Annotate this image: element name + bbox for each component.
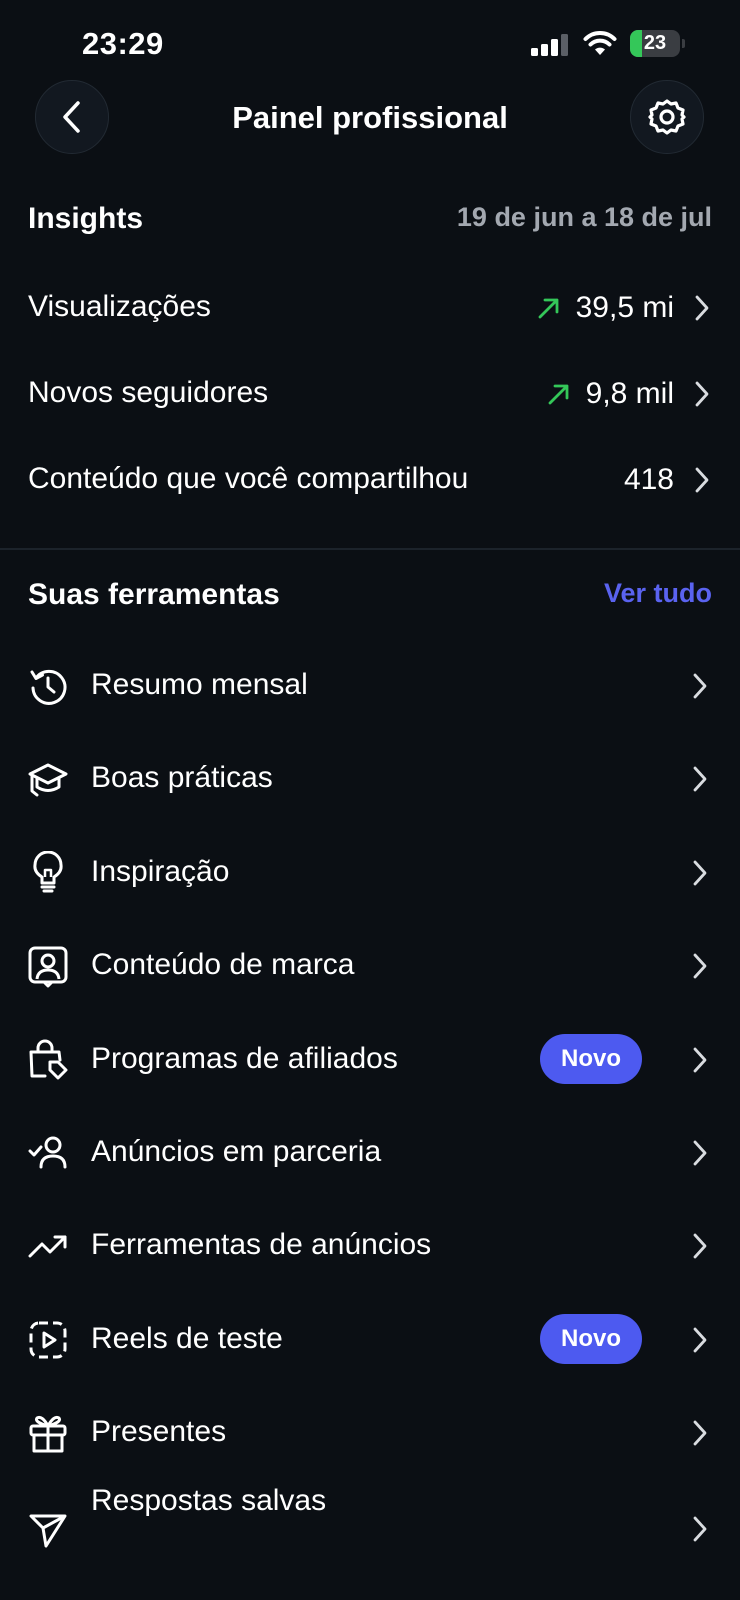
wifi-icon xyxy=(582,28,618,58)
section-divider xyxy=(0,548,740,550)
trend-up-arrow-icon xyxy=(538,298,559,319)
chevron-right-icon xyxy=(693,860,707,886)
chevron-right-icon xyxy=(693,1140,707,1166)
metric-value: 9,8 mil xyxy=(585,377,674,410)
tool-label: Programas de afiliados xyxy=(91,1042,398,1075)
settings-button[interactable] xyxy=(630,80,704,154)
tool-item-trial-reels[interactable]: Reels de teste Novo xyxy=(28,1300,712,1380)
tool-label: Boas práticas xyxy=(91,761,273,794)
tool-item-best-practices[interactable]: Boas práticas xyxy=(28,739,712,819)
chevron-right-icon xyxy=(693,673,707,699)
shopping-bag-tag-icon xyxy=(29,1039,68,1080)
tool-label: Reels de teste xyxy=(91,1322,283,1355)
insights-header: Insights 19 de jun a 18 de jul xyxy=(28,198,712,242)
date-range: 19 de jun a 18 de jul xyxy=(456,202,712,232)
reels-play-icon xyxy=(29,1321,67,1359)
tool-label: Inspiração xyxy=(91,855,230,888)
battery-icon: 23 xyxy=(630,30,685,57)
new-badge: Novo xyxy=(540,1314,642,1364)
tool-label: Anúncios em parceria xyxy=(91,1135,382,1168)
chevron-right-icon xyxy=(693,766,707,792)
chevron-right-icon xyxy=(693,1233,707,1259)
chevron-right-icon xyxy=(693,1047,707,1073)
top-nav: Painel profissional xyxy=(0,80,740,160)
tool-item-monthly-summary[interactable]: Resumo mensal xyxy=(28,646,712,726)
tool-item-saved-replies[interactable]: Respostas salvas xyxy=(28,1470,712,1560)
tool-item-gifts[interactable]: Presentes xyxy=(28,1393,712,1473)
tool-item-affiliate-programs[interactable]: Programas de afiliados Novo xyxy=(28,1020,712,1100)
chevron-right-icon xyxy=(693,1516,707,1542)
branded-content-icon xyxy=(28,946,68,988)
graduation-cap-icon xyxy=(28,763,68,797)
metric-row-new-followers[interactable]: Novos seguidores 9,8 mil xyxy=(28,364,712,424)
tool-label: Conteúdo de marca xyxy=(91,948,355,981)
tool-label: Respostas salvas xyxy=(91,1484,327,1517)
new-badge: Novo xyxy=(540,1034,642,1084)
tool-item-ad-tools[interactable]: Ferramentas de anúncios xyxy=(28,1206,712,1286)
metric-label: Novos seguidores xyxy=(28,376,269,409)
gift-icon xyxy=(29,1415,67,1453)
lightbulb-icon xyxy=(33,851,63,893)
tool-label: Resumo mensal xyxy=(91,668,308,701)
status-bar: 23:29 23 xyxy=(0,0,740,90)
cellular-signal-icon xyxy=(531,34,569,56)
tool-label: Presentes xyxy=(91,1415,227,1448)
metric-row-shared-content[interactable]: Conteúdo que você compartilhou 418 xyxy=(28,450,712,510)
trending-up-icon xyxy=(28,1235,67,1258)
metric-value: 418 xyxy=(623,463,674,496)
battery-level: 23 xyxy=(643,32,667,54)
chevron-right-icon xyxy=(693,1420,707,1446)
tool-item-partnership-ads[interactable]: Anúncios em parceria xyxy=(28,1113,712,1193)
insights-title: Insights xyxy=(28,202,144,235)
trend-up-arrow-icon xyxy=(548,384,569,405)
chevron-right-icon xyxy=(695,295,709,321)
tool-item-inspiration[interactable]: Inspiração xyxy=(28,833,712,913)
gear-icon xyxy=(648,99,686,135)
send-icon xyxy=(29,1514,67,1548)
history-icon xyxy=(30,669,67,705)
tools-title: Suas ferramentas xyxy=(28,578,280,611)
tool-label: Ferramentas de anúncios xyxy=(91,1228,432,1261)
page-title: Painel profissional xyxy=(232,100,508,135)
status-time: 23:29 xyxy=(82,26,164,61)
chevron-right-icon xyxy=(695,467,709,493)
metric-label: Visualizações xyxy=(28,290,211,323)
see-all-link[interactable]: Ver tudo xyxy=(604,578,712,609)
user-check-icon xyxy=(28,1136,67,1169)
chevron-right-icon xyxy=(693,1327,707,1353)
metric-label: Conteúdo que você compartilhou xyxy=(28,462,469,495)
chevron-right-icon xyxy=(693,953,707,979)
tools-header: Suas ferramentas Ver tudo xyxy=(28,574,712,624)
metric-value: 39,5 mi xyxy=(575,291,674,324)
metric-row-views[interactable]: Visualizações 39,5 mi xyxy=(28,278,712,338)
chevron-right-icon xyxy=(695,381,709,407)
tool-item-branded-content[interactable]: Conteúdo de marca xyxy=(28,926,712,1006)
